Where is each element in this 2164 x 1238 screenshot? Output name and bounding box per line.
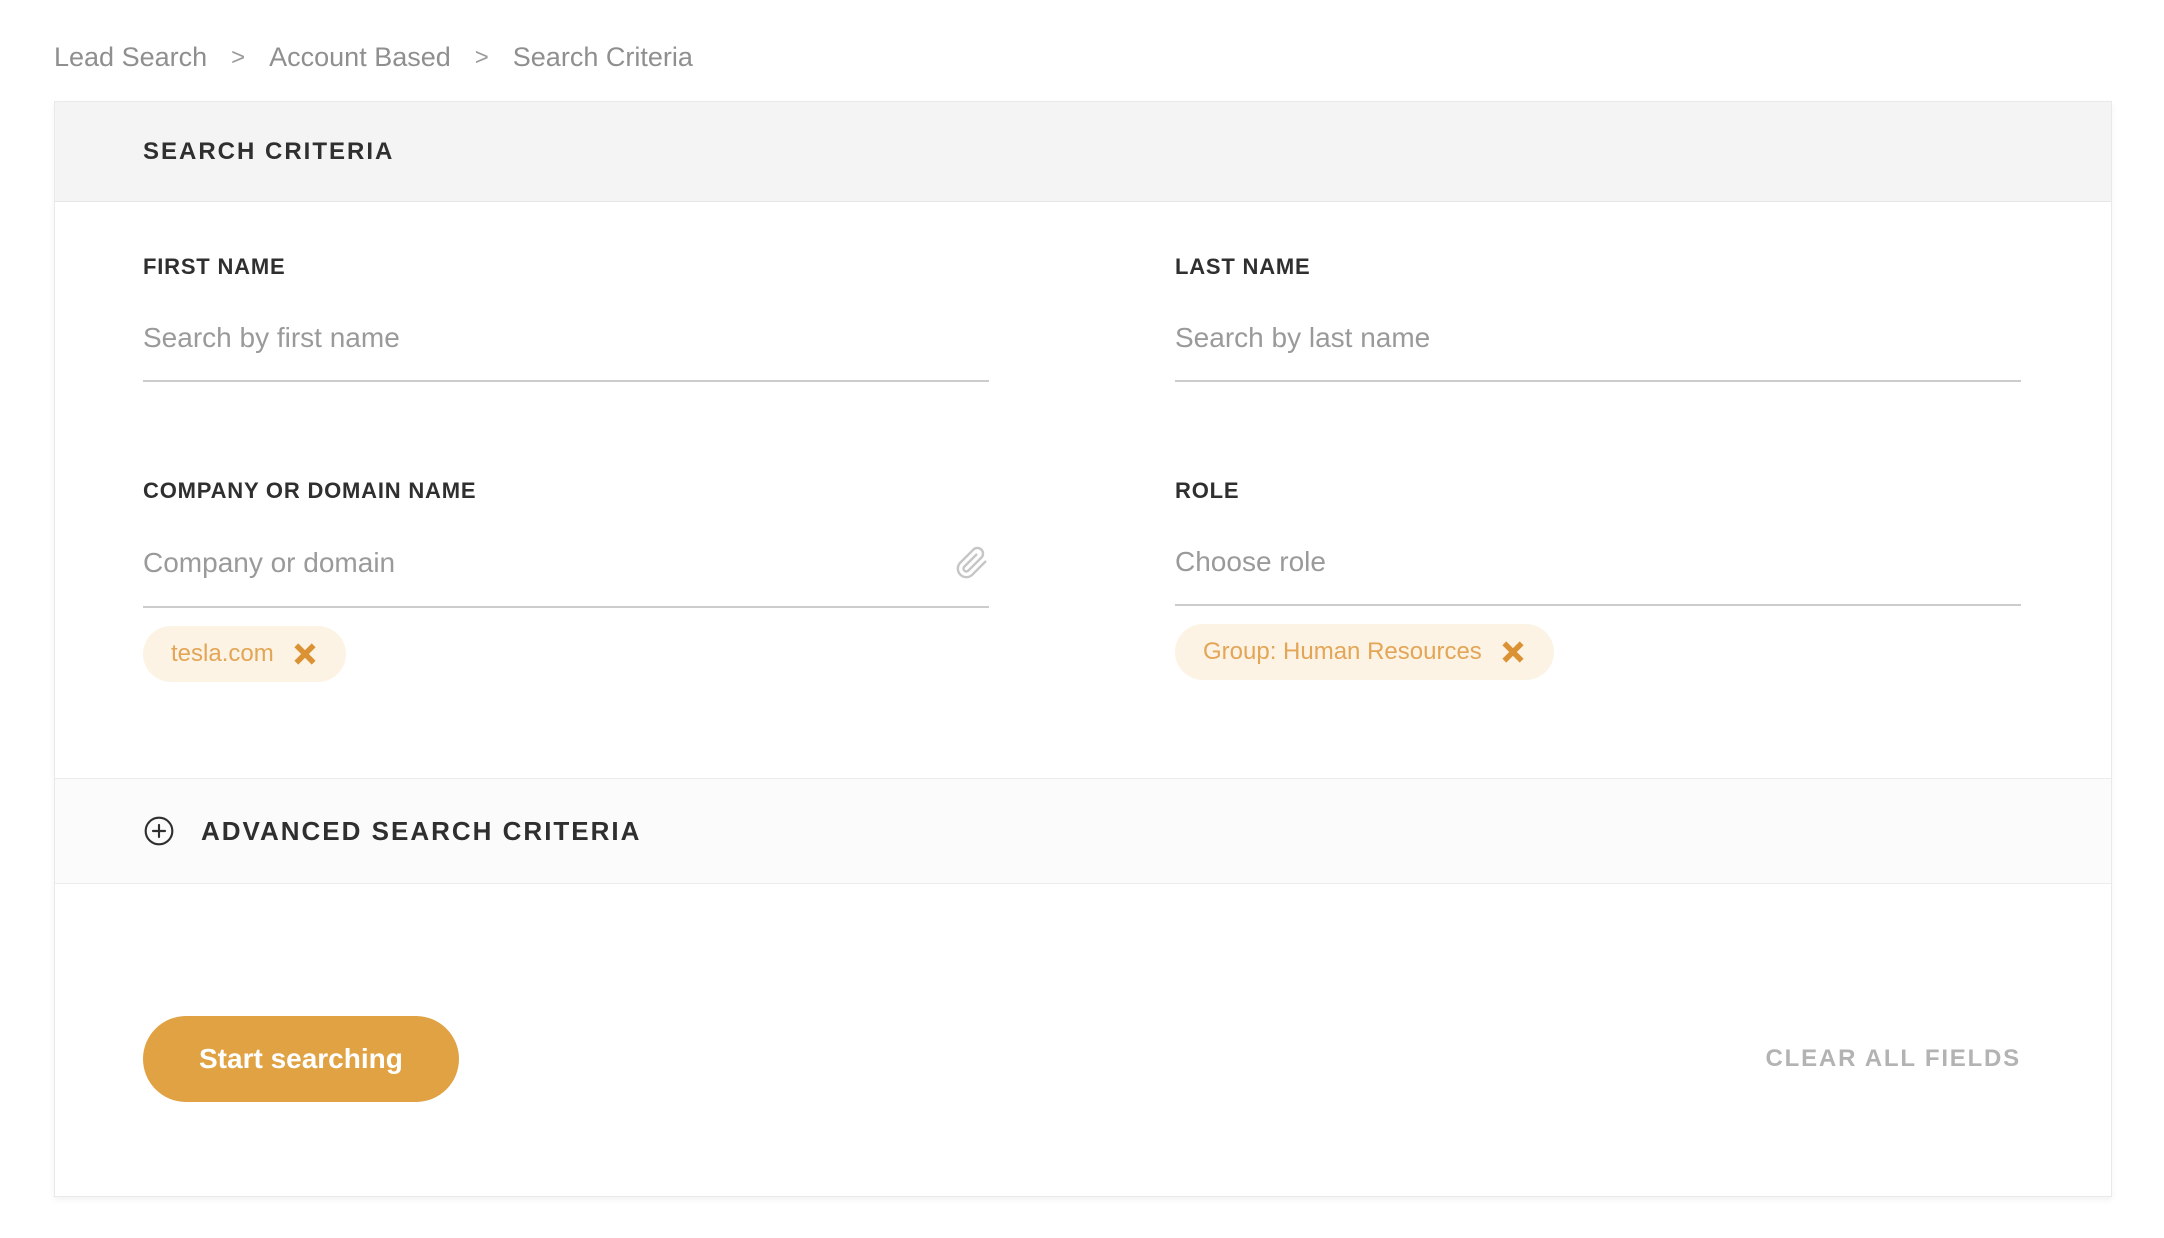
form-row-company-role: COMPANY OR DOMAIN NAME tesla.com xyxy=(143,478,2021,682)
last-name-input-wrap xyxy=(1175,322,2021,382)
close-icon[interactable] xyxy=(1500,639,1526,665)
breadcrumb-item-lead-search[interactable]: Lead Search xyxy=(54,42,207,73)
breadcrumb-separator-icon: > xyxy=(474,43,489,71)
card-header: SEARCH CRITERIA xyxy=(55,102,2111,202)
field-company: COMPANY OR DOMAIN NAME tesla.com xyxy=(143,478,989,682)
advanced-search-label: ADVANCED SEARCH CRITERIA xyxy=(201,815,642,846)
clear-all-fields-button[interactable]: CLEAR ALL FIELDS xyxy=(1766,1045,2021,1073)
card-footer: Start searching CLEAR ALL FIELDS xyxy=(55,884,2111,1196)
company-input-wrap xyxy=(143,546,989,608)
company-tag: tesla.com xyxy=(143,626,346,682)
close-icon[interactable] xyxy=(292,641,318,667)
company-tag-label: tesla.com xyxy=(171,640,274,667)
breadcrumb-item-account-based[interactable]: Account Based xyxy=(269,42,451,73)
company-label: COMPANY OR DOMAIN NAME xyxy=(143,478,477,503)
breadcrumb-item-search-criteria: Search Criteria xyxy=(512,42,693,72)
advanced-search-toggle[interactable]: ADVANCED SEARCH CRITERIA xyxy=(55,778,2111,884)
paperclip-icon[interactable] xyxy=(955,546,989,580)
field-role: ROLE Group: Human Resources xyxy=(1175,478,2021,682)
field-last-name: LAST NAME xyxy=(1175,254,2021,382)
company-input[interactable] xyxy=(143,547,935,579)
role-tag: Group: Human Resources xyxy=(1175,624,1554,680)
role-input-wrap xyxy=(1175,546,2021,606)
plus-circle-icon xyxy=(143,815,175,847)
search-criteria-card: SEARCH CRITERIA FIRST NAME LAST NAME COM… xyxy=(54,101,2112,1197)
field-first-name: FIRST NAME xyxy=(143,254,989,382)
page-title: SEARCH CRITERIA xyxy=(143,137,395,165)
first-name-label: FIRST NAME xyxy=(143,254,286,279)
first-name-input[interactable] xyxy=(143,322,989,354)
role-tags: Group: Human Resources xyxy=(1175,624,2021,680)
first-name-input-wrap xyxy=(143,322,989,382)
role-label: ROLE xyxy=(1175,478,1240,503)
search-form: FIRST NAME LAST NAME COMPANY OR DOMAIN N… xyxy=(55,202,2111,778)
form-row-names: FIRST NAME LAST NAME xyxy=(143,254,2021,382)
role-tag-label: Group: Human Resources xyxy=(1203,638,1482,665)
company-tags: tesla.com xyxy=(143,626,989,682)
start-searching-button[interactable]: Start searching xyxy=(143,1016,459,1102)
last-name-input[interactable] xyxy=(1175,322,2021,354)
breadcrumb: Lead Search > Account Based > Search Cri… xyxy=(0,0,2164,73)
role-input[interactable] xyxy=(1175,546,2021,578)
last-name-label: LAST NAME xyxy=(1175,254,1311,279)
breadcrumb-separator-icon: > xyxy=(231,43,246,71)
